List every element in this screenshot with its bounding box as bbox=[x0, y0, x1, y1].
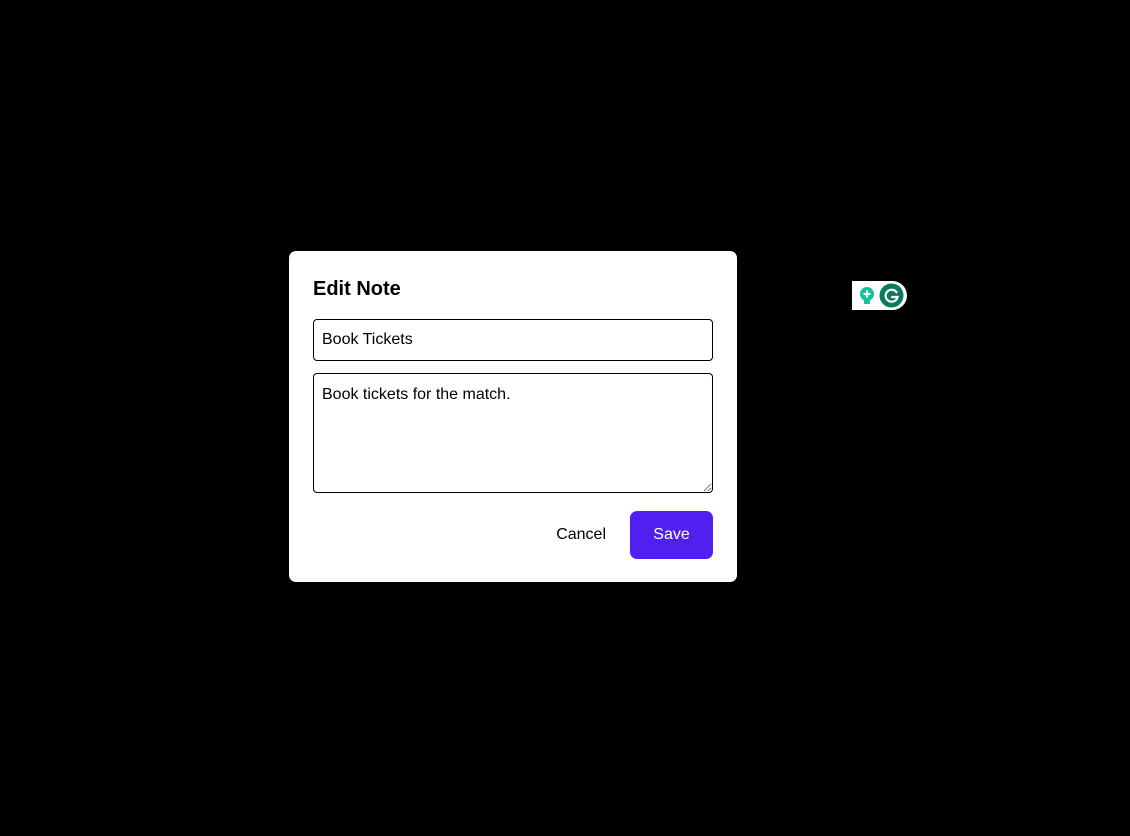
cancel-button[interactable]: Cancel bbox=[532, 511, 630, 559]
lightbulb-icon[interactable] bbox=[859, 287, 875, 305]
edit-note-dialog: Edit Note Book tickets for the match. Ca… bbox=[289, 251, 737, 582]
save-button[interactable]: Save bbox=[630, 511, 713, 559]
grammarly-widget[interactable] bbox=[852, 281, 907, 310]
dialog-actions: Cancel Save bbox=[532, 511, 713, 559]
note-body-textarea[interactable]: Book tickets for the match. bbox=[313, 373, 713, 493]
note-title-input[interactable] bbox=[313, 319, 713, 361]
grammarly-icon[interactable] bbox=[879, 283, 904, 308]
dialog-title: Edit Note bbox=[313, 278, 401, 300]
